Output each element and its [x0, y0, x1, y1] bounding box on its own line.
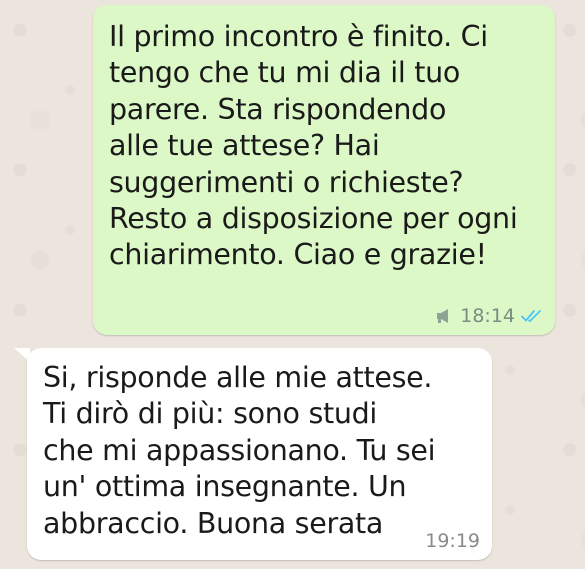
message-bubble-incoming[interactable]: Si, risponde alle mie attese. Ti dirò di… — [27, 348, 492, 560]
message-time: 19:19 — [425, 530, 480, 552]
broadcast-icon — [434, 308, 454, 324]
message-text: Il primo incontro è finito. Ci tengo che… — [109, 20, 518, 272]
message-meta: 18:14 — [434, 305, 543, 327]
double-check-read-icon — [521, 309, 543, 323]
message-bubble-outgoing[interactable]: Il primo incontro è finito. Ci tengo che… — [93, 5, 555, 335]
message-time: 18:14 — [460, 305, 515, 327]
message-meta: 19:19 — [425, 530, 480, 552]
message-text: Si, risponde alle mie attese. Ti dirò di… — [43, 361, 436, 540]
